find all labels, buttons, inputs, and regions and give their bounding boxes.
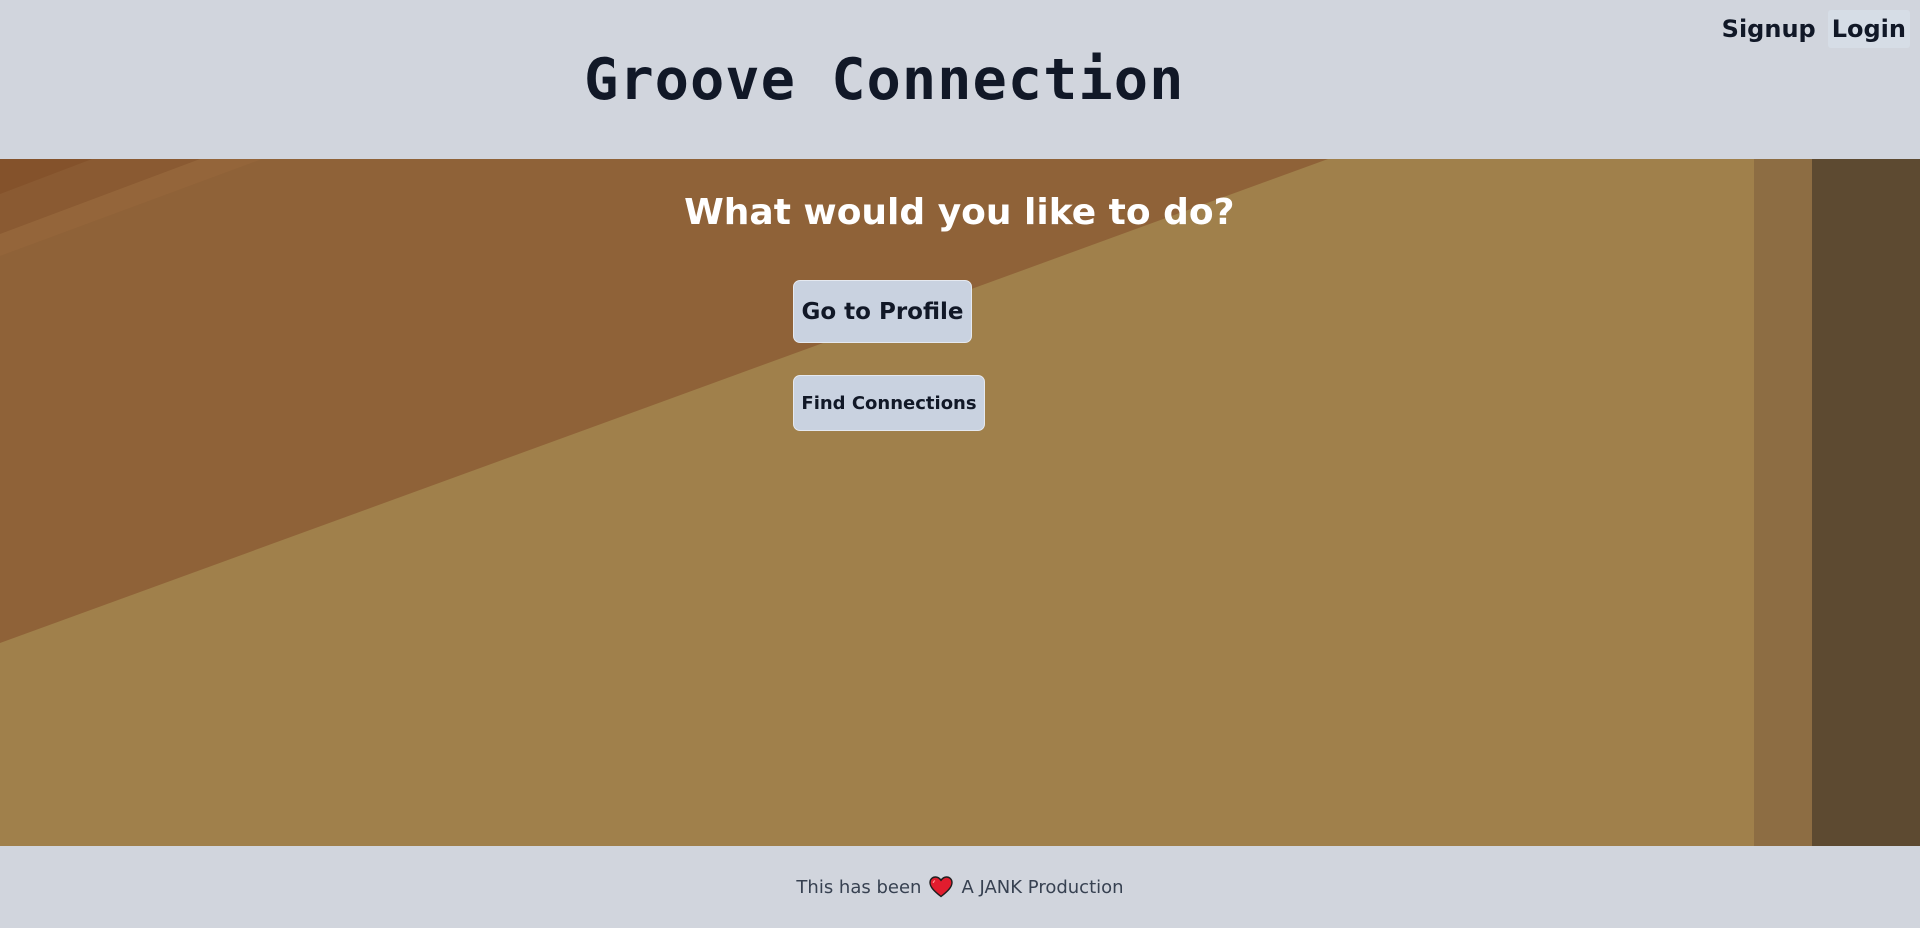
heart-icon	[929, 876, 954, 898]
page: Groove Connection Signup Login What woul…	[0, 0, 1920, 928]
signup-link[interactable]: Signup	[1718, 10, 1820, 48]
footer-text-after: A JANK Production	[961, 876, 1124, 898]
site-footer: This has been A JANK Production	[0, 846, 1920, 928]
hero-heading: What would you like to do?	[684, 192, 1235, 233]
hero-background	[0, 159, 1920, 846]
footer-text-before: This has been	[796, 876, 922, 898]
site-title: Groove Connection	[584, 47, 1185, 113]
top-nav: Signup Login	[1718, 10, 1910, 48]
site-header: Groove Connection Signup Login	[0, 0, 1920, 159]
go-to-profile-button[interactable]: Go to Profile	[793, 280, 972, 343]
hero-section: What would you like to do? Go to Profile…	[0, 159, 1920, 846]
find-connections-button[interactable]: Find Connections	[793, 375, 985, 431]
login-link[interactable]: Login	[1827, 10, 1910, 48]
